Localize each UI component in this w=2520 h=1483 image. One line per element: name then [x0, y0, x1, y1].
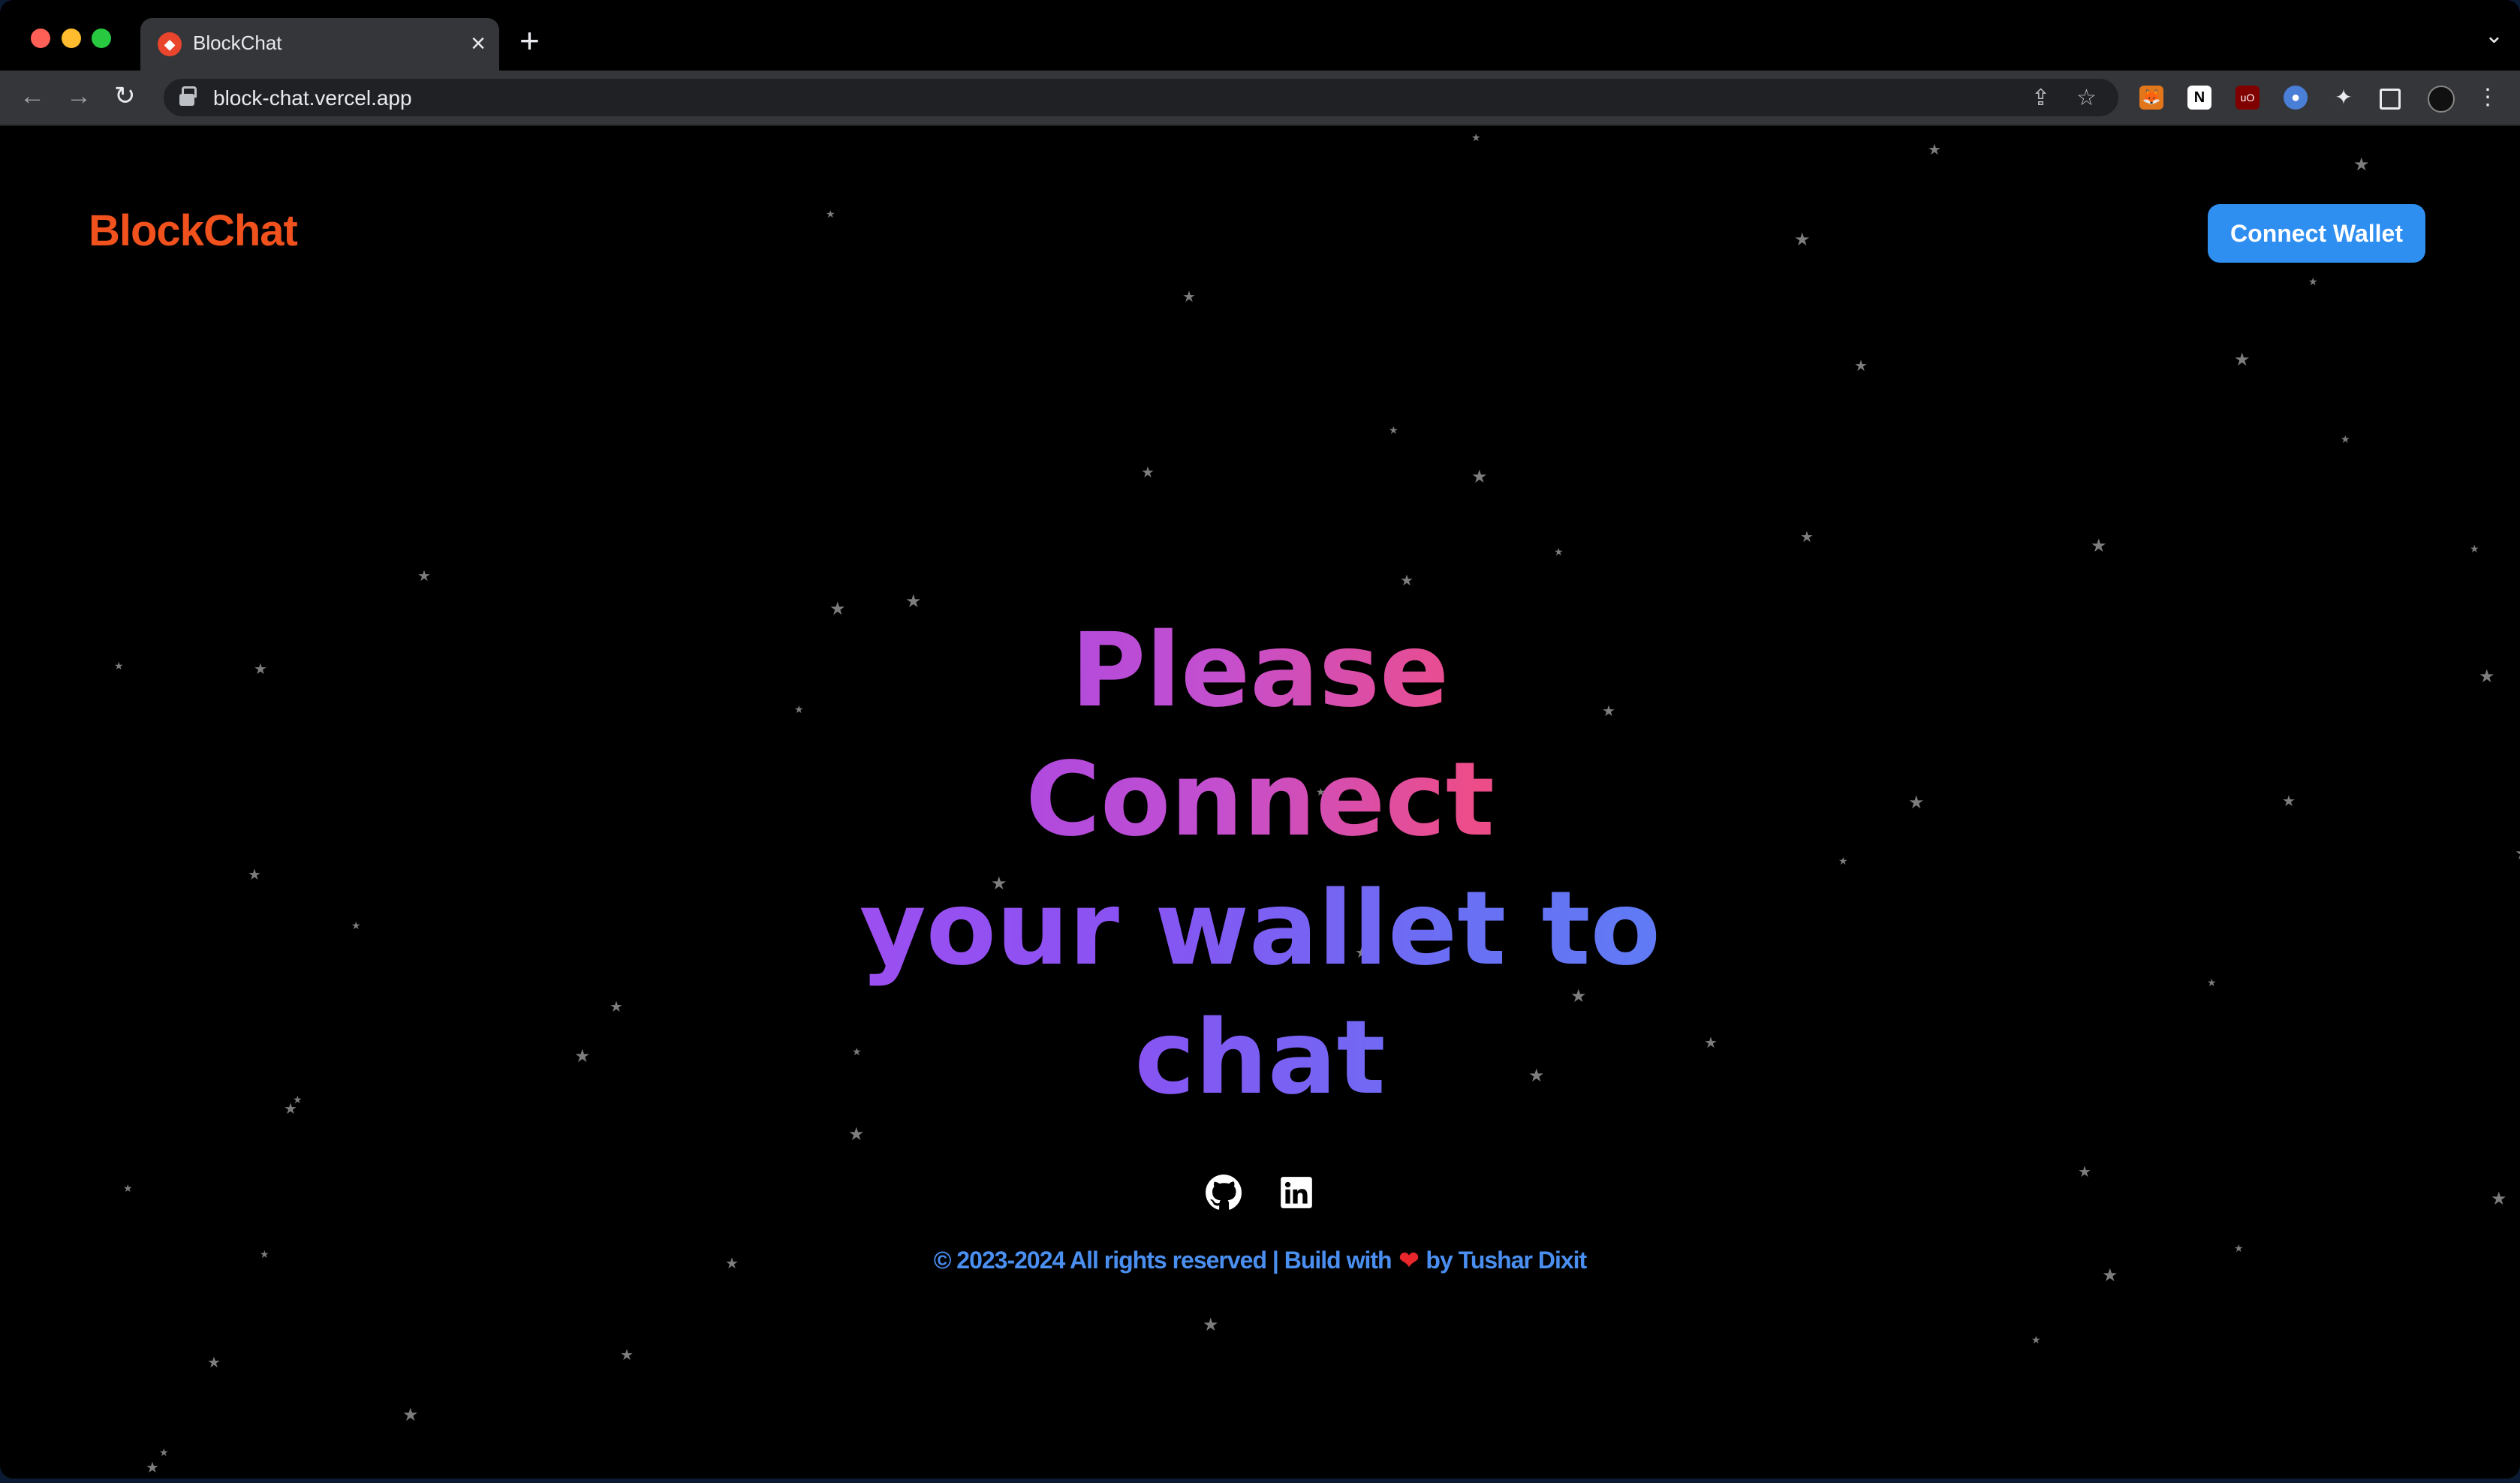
star-icon: ★: [123, 1182, 133, 1194]
star-icon: ★: [2491, 1189, 2507, 1209]
hero-line-1: Please Connect: [848, 606, 1673, 865]
tab-strip: ◆ BlockChat × + ⌄: [0, 0, 2520, 71]
metamask-extension-icon[interactable]: 🦊: [2139, 86, 2163, 110]
favicon-icon: ◆: [158, 32, 182, 56]
star-icon: ★: [2341, 433, 2350, 445]
hero-heading: Please Connect your wallet to chat: [0, 606, 2520, 1123]
star-icon: ★: [848, 1124, 865, 1145]
share-icon[interactable]: ⇪: [2031, 85, 2050, 111]
star-icon: ★: [1800, 529, 1814, 546]
more-menu-icon[interactable]: ⋮: [2476, 86, 2500, 110]
star-icon: ★: [417, 568, 431, 585]
close-window-button[interactable]: [31, 29, 50, 48]
notion-extension-icon[interactable]: N: [2187, 86, 2211, 110]
star-icon: ★: [146, 1460, 159, 1476]
back-arrow-icon[interactable]: ←: [20, 81, 45, 111]
star-icon: ★: [1794, 230, 1811, 250]
ublock-extension-icon[interactable]: uO: [2235, 86, 2260, 110]
extension-globe-icon[interactable]: ●: [2284, 86, 2308, 110]
star-icon: ★: [1471, 131, 1481, 143]
browser-tab[interactable]: ◆ BlockChat ×: [140, 18, 499, 71]
star-icon: ★: [402, 1405, 419, 1425]
side-panel-icon[interactable]: [2380, 89, 2401, 110]
star-icon: ★: [620, 1347, 634, 1364]
star-icon: ★: [159, 1446, 169, 1458]
star-icon: ★: [207, 1355, 221, 1371]
maximize-window-button[interactable]: [92, 29, 111, 48]
star-icon: ★: [1203, 1315, 1219, 1335]
page-content: ★ ★ ★ ★ ★ ★ ★ ★ ★ ★ ★ ★ ★ ★ ★ ★ ★ ★ ★ ★ ★ ★ ★ ★ ★ ★ ★ ★ ★ ★ ★ ★ ★ ★ ★ ★ ★ ★ ★ ★…: [0, 126, 2520, 1478]
star-icon: ★: [1554, 546, 1564, 558]
star-icon: ★: [1141, 465, 1155, 481]
copyright-text: © 2023-2024 All rights reserved | Build …: [933, 1247, 1392, 1274]
footer-text: © 2023-2024 All rights reserved | Build …: [0, 1246, 2520, 1274]
tab-search-chevron-icon[interactable]: ⌄: [2485, 23, 2503, 49]
author-link[interactable]: Tushar Dixit: [1459, 1247, 1588, 1274]
hero-line-2: your wallet to chat: [776, 865, 1745, 1123]
star-icon: ★: [2308, 275, 2318, 287]
blockchat-logo[interactable]: BlockChat: [89, 206, 298, 256]
by-label: by: [1426, 1247, 1453, 1274]
address-bar[interactable]: block-chat.vercel.app ⇪ ☆: [164, 79, 2118, 116]
tab-title: BlockChat: [193, 32, 282, 54]
browser-toolbar: ← → ↻ block-chat.vercel.app ⇪ ☆ 🦊 N uO ●…: [0, 71, 2520, 126]
star-icon: ★: [1854, 358, 1868, 375]
profile-avatar[interactable]: [2428, 86, 2455, 113]
star-icon: ★: [2234, 350, 2251, 370]
bookmark-star-icon[interactable]: ☆: [2076, 85, 2097, 111]
heart-icon: ❤: [1398, 1247, 1420, 1274]
star-icon: ★: [2078, 1164, 2091, 1181]
forward-arrow-icon[interactable]: →: [66, 81, 92, 111]
star-icon: ★: [1400, 573, 1414, 589]
lock-icon-body: [179, 94, 194, 106]
star-icon: ★: [826, 208, 835, 220]
extensions-puzzle-icon[interactable]: ✦: [2332, 86, 2356, 110]
linkedin-icon[interactable]: [1278, 1174, 1315, 1211]
star-icon: ★: [2031, 1334, 2041, 1346]
star-icon: ★: [1928, 142, 1941, 158]
star-icon: ★: [1182, 289, 1196, 305]
url-text: block-chat.vercel.app: [213, 86, 412, 110]
star-icon: ★: [2091, 536, 2107, 556]
minimize-window-button[interactable]: [62, 29, 81, 48]
reload-icon[interactable]: ↻: [114, 81, 136, 111]
github-icon[interactable]: [1205, 1174, 1242, 1211]
tab-close-icon[interactable]: ×: [471, 29, 486, 59]
star-icon: ★: [1471, 467, 1488, 487]
new-tab-button[interactable]: +: [519, 21, 540, 60]
connect-wallet-button[interactable]: Connect Wallet: [2208, 204, 2425, 263]
star-icon: ★: [2470, 543, 2479, 555]
star-icon: ★: [1389, 424, 1398, 436]
star-icon: ★: [2353, 155, 2370, 175]
browser-window: ◆ BlockChat × + ⌄ ← → ↻ block-chat.verce…: [0, 0, 2520, 1478]
